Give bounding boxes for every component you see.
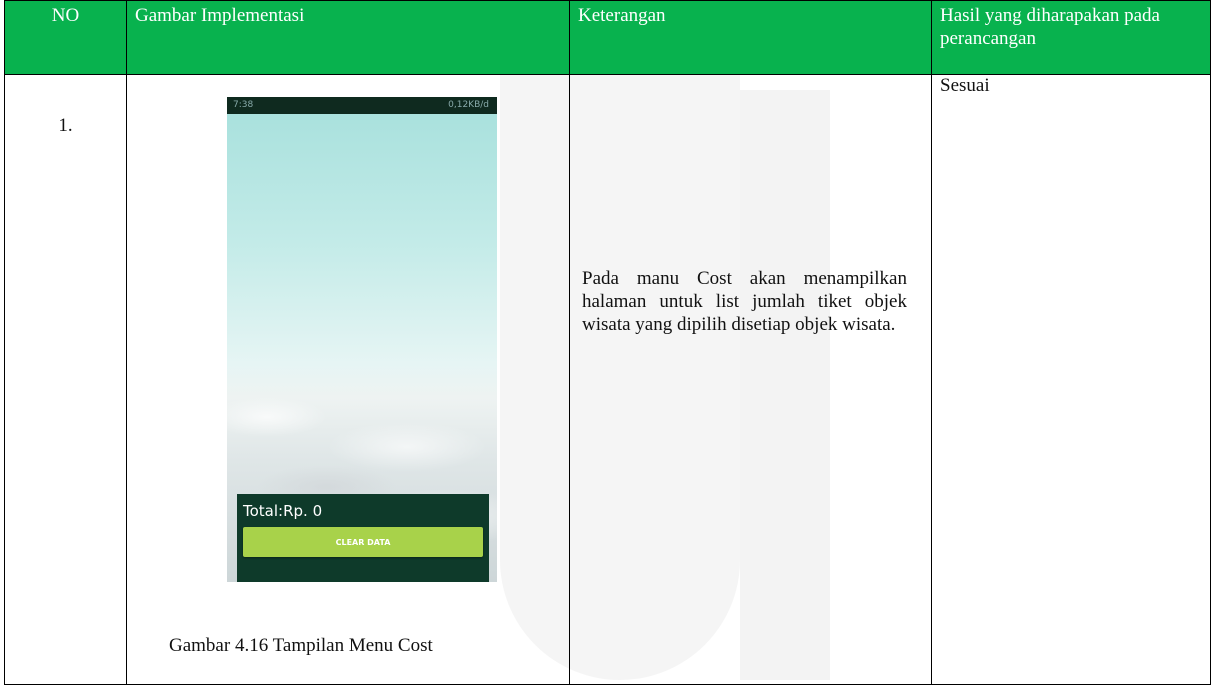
status-bar: 7:38 0,12KB/d xyxy=(227,97,497,114)
hasil-cell: Sesuai xyxy=(931,74,1211,685)
implementation-table: NO Gambar Implementasi Keterangan Hasil … xyxy=(4,0,1211,685)
figure-caption: Gambar 4.16 Tampilan Menu Cost xyxy=(169,635,433,656)
total-label: Total:Rp. 0 xyxy=(243,502,323,520)
keterangan-cell: Pada manu Cost akan menampilkan halaman … xyxy=(569,74,932,685)
image-cell: 7:38 0,12KB/d Total:Rp. 0 CLEAR DATA Gam… xyxy=(126,74,570,685)
keterangan-text: Pada manu Cost akan menampilkan halaman … xyxy=(582,268,907,335)
phone-screenshot: 7:38 0,12KB/d Total:Rp. 0 CLEAR DATA xyxy=(227,97,497,582)
header-gambar: Gambar Implementasi xyxy=(126,0,570,75)
header-no: NO xyxy=(4,0,127,75)
table-row: 1. 7:38 0,12KB/d Total:Rp. 0 CLEAR DATA … xyxy=(4,74,1211,685)
clear-data-button[interactable]: CLEAR DATA xyxy=(243,527,483,557)
row-number: 1. xyxy=(4,74,127,685)
header-hasil: Hasil yang diharapakan pada perancangan xyxy=(931,0,1211,75)
header-keterangan: Keterangan xyxy=(569,0,932,75)
status-time: 7:38 xyxy=(233,100,254,110)
total-panel: Total:Rp. 0 CLEAR DATA xyxy=(237,494,489,582)
status-network: 0,12KB/d xyxy=(448,100,489,110)
table-header-row: NO Gambar Implementasi Keterangan Hasil … xyxy=(4,0,1211,75)
